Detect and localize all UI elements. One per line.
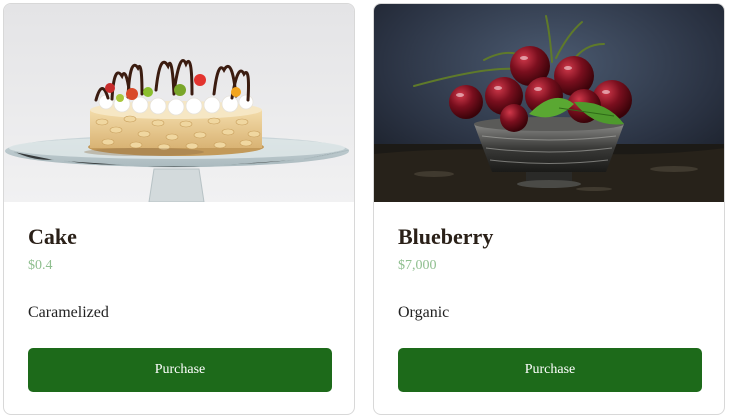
- product-card-blueberry: Blueberry $7,000 Organic Purchase: [373, 3, 725, 415]
- product-title: Blueberry: [398, 224, 494, 249]
- product-grid: Cake $0.4 Caramelized Purchase Blueberry…: [0, 0, 731, 419]
- product-description: Organic: [398, 304, 450, 321]
- product-title: Cake: [28, 224, 77, 249]
- product-description: Caramelized: [28, 304, 109, 321]
- product-image-cake: [4, 4, 354, 202]
- product-price: $7,000: [398, 258, 437, 273]
- purchase-button[interactable]: Purchase: [398, 348, 702, 392]
- product-price: $0.4: [28, 258, 53, 273]
- product-image-blueberry: [374, 4, 724, 202]
- product-card-cake: Cake $0.4 Caramelized Purchase: [3, 3, 355, 415]
- purchase-button[interactable]: Purchase: [28, 348, 332, 392]
